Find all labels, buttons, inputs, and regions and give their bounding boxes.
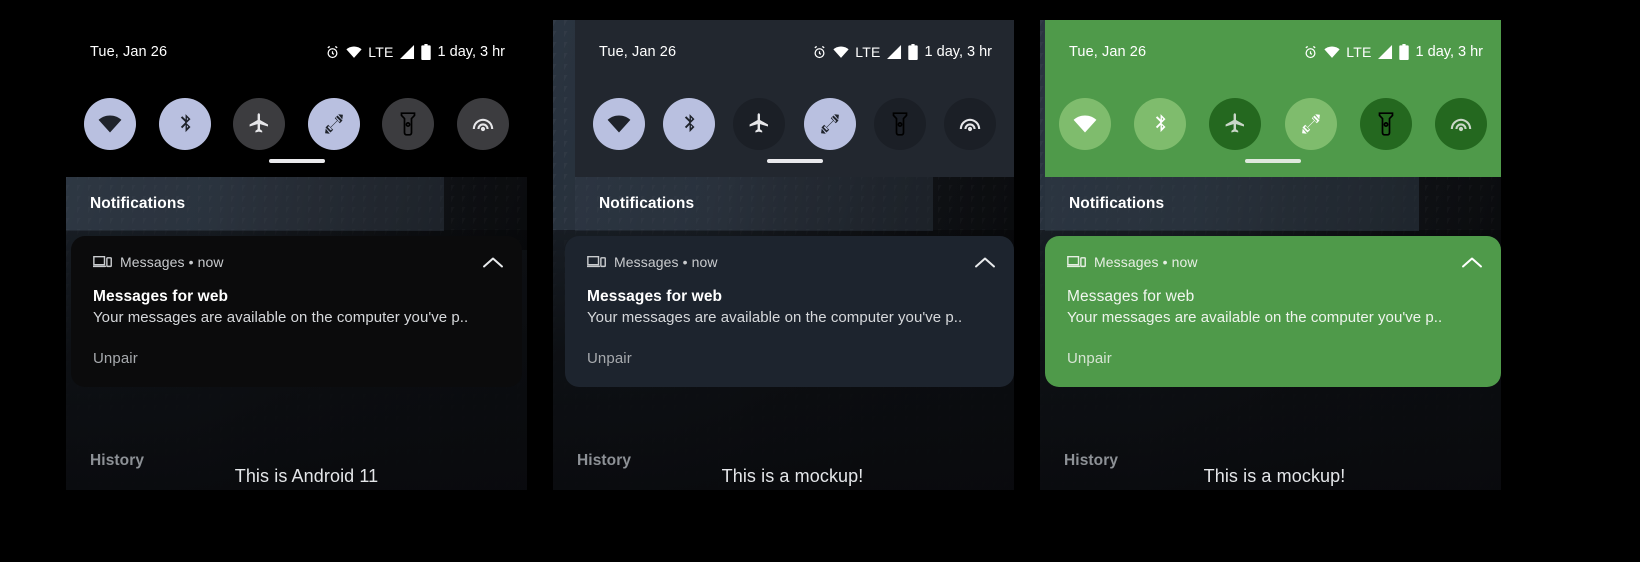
battery-icon xyxy=(420,44,431,60)
status-bar: Tue, Jan 26 LTE 1 day, 3 hr xyxy=(66,41,527,63)
tile-cast[interactable] xyxy=(1434,98,1487,150)
tile-flashlight[interactable] xyxy=(1359,98,1412,150)
panel-green: Tue, Jan 26 LTE 1 day, 3 hr Notification… xyxy=(1040,20,1501,490)
notification-card[interactable]: Messages • now Messages for web Your mes… xyxy=(1045,236,1501,387)
quick-settings-tiles xyxy=(575,98,1014,150)
notifications-header: Notifications xyxy=(575,177,933,231)
alarm-icon xyxy=(812,45,827,60)
panel-caption: This is a mockup! xyxy=(1203,466,1346,486)
tile-cast[interactable] xyxy=(456,98,509,150)
tile-auto-rotate[interactable] xyxy=(803,98,856,150)
alarm-icon xyxy=(1303,45,1318,60)
signal-icon xyxy=(886,45,902,59)
notification-title: Messages for web xyxy=(93,288,229,305)
shade-drag-handle[interactable] xyxy=(268,159,325,163)
notification-app-line: Messages • now xyxy=(120,254,224,270)
wifi-icon xyxy=(346,46,362,59)
battery-estimate: 1 day, 3 hr xyxy=(437,44,505,60)
notification-title: Messages for web xyxy=(587,288,723,305)
tile-airplane-mode[interactable] xyxy=(1209,98,1262,150)
notification-header-row: Messages • now xyxy=(1067,252,1483,272)
notification-card[interactable]: Messages • now Messages for web Your mes… xyxy=(71,236,522,387)
devices-icon xyxy=(1067,255,1086,269)
chevron-up-icon[interactable] xyxy=(482,256,504,269)
notification-app-line: Messages • now xyxy=(1094,254,1198,270)
network-type-label: LTE xyxy=(855,44,881,60)
wifi-icon xyxy=(833,46,849,59)
panel-android11: Tue, Jan 26 LTE 1 day, 3 hr Notification… xyxy=(66,20,527,490)
chevron-up-icon[interactable] xyxy=(974,256,996,269)
notifications-header: Notifications xyxy=(1045,177,1419,231)
quick-settings-shade: Tue, Jan 26 LTE 1 day, 3 hr xyxy=(1045,20,1501,177)
status-icons: LTE 1 day, 3 hr xyxy=(812,44,992,60)
notification-header-row: Messages • now xyxy=(93,252,504,272)
status-date: Tue, Jan 26 xyxy=(1069,44,1147,60)
status-icons: LTE 1 day, 3 hr xyxy=(325,44,505,60)
notifications-header: Notifications xyxy=(66,177,444,231)
tile-flashlight[interactable] xyxy=(873,98,926,150)
status-bar: Tue, Jan 26 LTE 1 day, 3 hr xyxy=(1045,41,1501,63)
chevron-up-icon[interactable] xyxy=(1461,256,1483,269)
notification-body: Your messages are available on the compu… xyxy=(587,309,963,326)
notifications-label: Notifications xyxy=(1069,195,1165,212)
notification-body: Your messages are available on the compu… xyxy=(93,309,469,326)
notification-title: Messages for web xyxy=(1067,288,1195,305)
shade-drag-handle[interactable] xyxy=(1245,159,1301,163)
signal-icon xyxy=(399,45,415,59)
signal-icon xyxy=(1377,45,1393,59)
wifi-icon xyxy=(1324,46,1340,59)
notification-header-row: Messages • now xyxy=(587,252,996,272)
notification-action-unpair[interactable]: Unpair xyxy=(93,350,504,367)
status-date: Tue, Jan 26 xyxy=(599,44,677,60)
quick-settings-tiles xyxy=(1045,98,1501,150)
devices-icon xyxy=(93,255,112,269)
network-type-label: LTE xyxy=(1346,44,1372,60)
tile-auto-rotate[interactable] xyxy=(307,98,360,150)
panel-dark-blue: Tue, Jan 26 LTE 1 day, 3 hr Notification… xyxy=(553,20,1014,490)
tile-airplane-mode[interactable] xyxy=(233,98,286,150)
panel-caption: This is a mockup! xyxy=(721,466,864,486)
battery-icon xyxy=(1398,44,1409,60)
notification-card[interactable]: Messages • now Messages for web Your mes… xyxy=(565,236,1014,387)
status-icons: LTE 1 day, 3 hr xyxy=(1303,44,1483,60)
tile-auto-rotate[interactable] xyxy=(1284,98,1337,150)
tile-cast[interactable] xyxy=(943,98,996,150)
screenshot-canvas: Tue, Jan 26 LTE 1 day, 3 hr Notification… xyxy=(0,0,1640,562)
tile-wifi[interactable] xyxy=(593,98,645,150)
tile-wifi[interactable] xyxy=(1059,98,1111,150)
quick-settings-shade: Tue, Jan 26 LTE 1 day, 3 hr xyxy=(575,20,1014,177)
notification-app-line: Messages • now xyxy=(614,254,718,270)
shade-drag-handle[interactable] xyxy=(766,159,823,163)
notification-action-unpair[interactable]: Unpair xyxy=(587,350,996,367)
network-type-label: LTE xyxy=(368,44,394,60)
tile-bluetooth[interactable] xyxy=(158,98,211,150)
devices-icon xyxy=(587,255,606,269)
tile-airplane-mode[interactable] xyxy=(733,98,786,150)
quick-settings-shade: Tue, Jan 26 LTE 1 day, 3 hr xyxy=(66,20,527,177)
notifications-label: Notifications xyxy=(599,195,695,212)
notification-action-unpair[interactable]: Unpair xyxy=(1067,350,1483,367)
tile-bluetooth[interactable] xyxy=(1134,98,1187,150)
notification-body: Your messages are available on the compu… xyxy=(1067,309,1443,326)
tile-bluetooth[interactable] xyxy=(663,98,716,150)
tile-flashlight[interactable] xyxy=(382,98,435,150)
notifications-label: Notifications xyxy=(90,195,186,212)
status-date: Tue, Jan 26 xyxy=(90,44,168,60)
battery-icon xyxy=(907,44,918,60)
tile-wifi[interactable] xyxy=(84,98,136,150)
battery-estimate: 1 day, 3 hr xyxy=(924,44,992,60)
alarm-icon xyxy=(325,45,340,60)
battery-estimate: 1 day, 3 hr xyxy=(1415,44,1483,60)
quick-settings-tiles xyxy=(66,98,527,150)
status-bar: Tue, Jan 26 LTE 1 day, 3 hr xyxy=(575,41,1014,63)
panel-caption: This is Android 11 xyxy=(234,466,379,486)
